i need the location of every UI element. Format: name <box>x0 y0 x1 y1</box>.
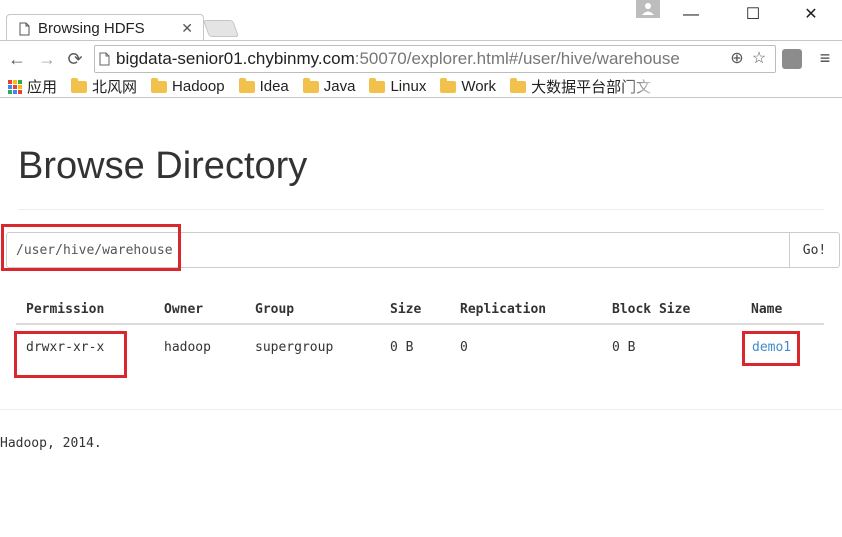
col-owner: Owner <box>164 302 204 317</box>
user-profile-icon[interactable] <box>636 0 660 18</box>
folder-icon <box>302 77 319 93</box>
bookmark-folder[interactable]: Java <box>302 77 355 95</box>
minimize-button[interactable]: — <box>676 4 706 26</box>
col-size: Size <box>390 302 422 317</box>
title-bar: Browsing HDFS ✕ — ☐ ✕ <box>0 0 842 42</box>
menu-icon[interactable]: ≡ <box>816 47 834 69</box>
browser-tab[interactable]: Browsing HDFS ✕ <box>6 14 204 42</box>
folder-icon <box>440 77 457 93</box>
footer-text: Hadoop, 2014. <box>0 436 102 451</box>
tab-title: Browsing HDFS <box>38 20 145 37</box>
address-bar[interactable]: bigdata-senior01.chybinmy.com:50070/expl… <box>94 45 776 73</box>
bookmark-folder[interactable]: 北风网 <box>71 76 137 97</box>
table-row: drwxr-xr-x hadoop supergroup 0 B 0 0 B d… <box>16 333 824 363</box>
page-icon <box>19 22 30 35</box>
zoom-icon[interactable]: ⊕ <box>727 49 747 69</box>
page-content: Browse Directory Go! Permission Owner Gr… <box>0 99 842 537</box>
cell-group: supergroup <box>255 340 334 355</box>
divider <box>18 209 824 210</box>
folder-icon <box>238 77 255 93</box>
new-tab-button[interactable] <box>202 20 240 37</box>
extension-icon[interactable] <box>782 49 802 69</box>
reload-button[interactable]: ⟳ <box>64 48 86 70</box>
page-info-icon[interactable] <box>99 52 110 66</box>
col-group: Group <box>255 302 295 317</box>
go-button[interactable]: Go! <box>789 232 840 268</box>
col-permission: Permission <box>26 302 105 317</box>
table-header: Permission Owner Group Size Replication … <box>16 295 824 325</box>
tab-close-icon[interactable]: ✕ <box>181 20 193 37</box>
col-replication: Replication <box>460 302 547 317</box>
bookmark-folder[interactable]: Hadoop <box>151 77 225 95</box>
col-block-size: Block Size <box>612 302 691 317</box>
cell-block-size: 0 B <box>612 340 636 355</box>
url-text[interactable]: bigdata-senior01.chybinmy.com:50070/expl… <box>116 49 680 69</box>
apps-icon <box>8 79 22 94</box>
col-name: Name <box>751 302 783 317</box>
bookmark-folder[interactable]: Work <box>440 77 496 95</box>
bookmark-star-icon[interactable]: ☆ <box>749 49 769 69</box>
divider <box>0 409 842 410</box>
bookmarks-fade <box>620 76 660 97</box>
maximize-button[interactable]: ☐ <box>738 4 768 26</box>
folder-icon <box>151 77 168 93</box>
folder-icon <box>369 77 386 93</box>
cell-size: 0 B <box>390 340 414 355</box>
back-button[interactable]: ← <box>6 48 28 70</box>
forward-button[interactable]: → <box>36 48 58 70</box>
bookmark-folder[interactable]: Idea <box>238 77 289 95</box>
folder-icon <box>71 77 88 93</box>
bookmark-folder[interactable]: Linux <box>369 77 426 95</box>
bookmark-apps[interactable]: 应用 <box>8 76 57 97</box>
folder-icon <box>510 77 527 93</box>
browser-toolbar: ← → ⟳ bigdata-senior01.chybinmy.com:5007… <box>0 40 842 76</box>
page-title: Browse Directory <box>18 145 308 187</box>
highlight-box-path <box>1 224 181 271</box>
bookmarks-bar: 应用 北风网 Hadoop Idea Java Linux Work 大数据平台… <box>0 76 842 98</box>
highlight-box-permission <box>14 331 127 378</box>
highlight-box-name <box>742 331 800 366</box>
cell-owner: hadoop <box>164 340 211 355</box>
cell-replication: 0 <box>460 340 468 355</box>
close-window-button[interactable]: ✕ <box>796 4 826 26</box>
